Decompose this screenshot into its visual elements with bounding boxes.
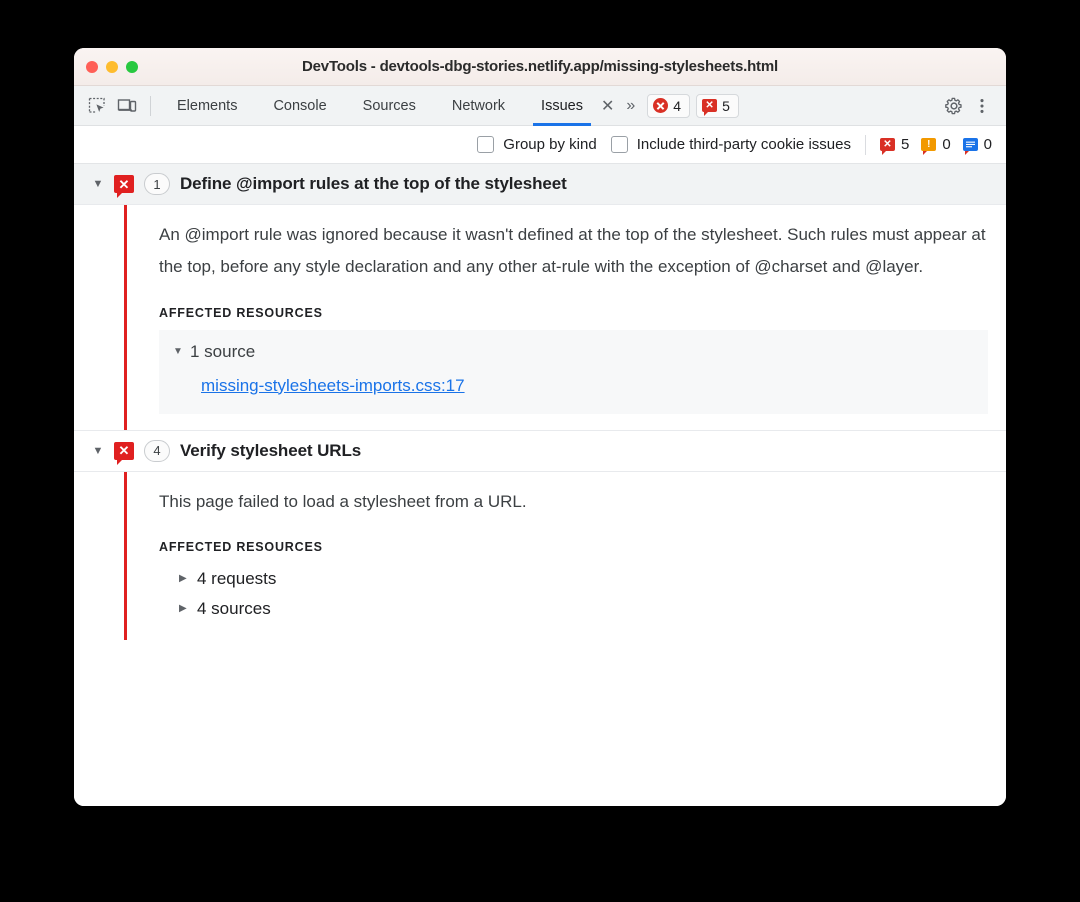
caret-right-icon: ▶ [179,603,189,614]
issue-title: Define @import rules at the top of the s… [180,174,567,194]
caret-right-icon: ▶ [179,573,189,584]
requests-group-label: 4 requests [197,569,276,589]
issue-content: This page failed to load a stylesheet fr… [127,472,1006,640]
inspect-element-icon[interactable] [82,93,112,119]
error-bubble-icon: ✕ [702,99,717,112]
gear-icon[interactable] [940,92,968,120]
caret-down-icon[interactable]: ▼ [92,445,104,457]
console-errors-count: 4 [673,98,681,114]
warning-bubble-glyph: ! [927,140,930,150]
error-bubble-icon: ✕ [114,442,134,460]
issues-list: ▼ ✕ 1 Define @import rules at the top of… [74,164,1006,806]
group-by-kind-box[interactable] [477,136,494,153]
include-third-party-checkbox[interactable]: Include third-party cookie issues [611,136,851,153]
issue-content: An @import rule was ignored because it w… [127,205,1006,430]
issue-description: This page failed to load a stylesheet fr… [159,486,988,518]
title-bar: DevTools - devtools-dbg-stories.netlify.… [74,48,1006,86]
close-window-button[interactable] [86,61,98,73]
issues-errors-count: 5 [722,98,730,114]
sources-group-label: 4 sources [197,599,271,619]
counter-errors-value: 5 [901,136,909,153]
issue-count-badge: 4 [144,440,170,462]
issue-header-import-rules[interactable]: ▼ ✕ 1 Define @import rules at the top of… [74,164,1006,205]
devtools-window: DevTools - devtools-dbg-stories.netlify.… [74,48,1006,806]
counter-warnings[interactable]: ! 0 [921,136,950,153]
tab-sources[interactable]: Sources [345,86,434,126]
toolbar-divider [150,96,151,116]
tab-elements[interactable]: Elements [159,86,255,126]
issue-title: Verify stylesheet URLs [180,441,361,461]
issues-filter-bar: Group by kind Include third-party cookie… [74,126,1006,164]
counter-info-value: 0 [984,136,992,153]
error-bubble-icon: ✕ [880,138,895,151]
counter-errors[interactable]: ✕ 5 [880,136,909,153]
include-third-party-label: Include third-party cookie issues [637,136,851,153]
affected-resources-panel: ▼ 1 source missing-stylesheets-imports.c… [159,330,988,414]
circle-x-icon [653,98,668,113]
error-bubble-glyph: ✕ [119,444,130,457]
more-tabs-icon[interactable]: » [620,97,641,115]
source-link[interactable]: missing-stylesheets-imports.css:17 [201,376,974,396]
panel-tabs: Elements Console Sources Network Issues … [159,86,641,126]
counter-warnings-value: 0 [942,136,950,153]
tab-issues[interactable]: Issues [523,86,601,126]
error-bubble-glyph: ✕ [119,178,130,191]
sources-group-toggle[interactable]: ▶ 4 sources [159,594,988,624]
sources-group-toggle[interactable]: ▼ 1 source [173,340,974,364]
caret-down-icon[interactable]: ▼ [92,178,104,190]
maximize-window-button[interactable] [126,61,138,73]
devtools-tab-bar: Elements Console Sources Network Issues … [74,86,1006,126]
counter-info[interactable]: 0 [963,136,992,153]
issue-header-verify-urls[interactable]: ▼ ✕ 4 Verify stylesheet URLs [74,431,1006,472]
issue-count-badge: 1 [144,173,170,195]
console-errors-badge[interactable]: 4 [647,94,690,118]
error-bubble-icon: ✕ [114,175,134,193]
tab-console[interactable]: Console [255,86,344,126]
kebab-menu-icon[interactable] [968,92,996,120]
issue-description: An @import rule was ignored because it w… [159,219,988,284]
toolbar-badges: 4 ✕ 5 [647,94,739,118]
issue-body-import-rules: An @import rule was ignored because it w… [74,205,1006,430]
affected-resources-label: AFFECTED RESOURCES [159,306,988,320]
issue-body-verify-urls: This page failed to load a stylesheet fr… [74,472,1006,640]
issues-errors-badge[interactable]: ✕ 5 [696,94,739,118]
filter-divider [865,135,866,155]
traffic-lights [74,61,138,73]
minimize-window-button[interactable] [106,61,118,73]
group-by-kind-label: Group by kind [503,136,596,153]
info-lines-icon [966,141,975,148]
issue-counters: ✕ 5 ! 0 0 [880,136,992,153]
caret-down-icon: ▼ [173,346,183,357]
info-bubble-icon [963,138,978,151]
device-toolbar-icon[interactable] [112,93,142,119]
error-bubble-glyph: ✕ [883,140,891,150]
tab-network[interactable]: Network [434,86,523,126]
requests-group-toggle[interactable]: ▶ 4 requests [159,564,988,594]
window-title: DevTools - devtools-dbg-stories.netlify.… [74,58,1006,75]
include-third-party-box[interactable] [611,136,628,153]
sources-group-label: 1 source [190,342,255,362]
group-by-kind-checkbox[interactable]: Group by kind [477,136,596,153]
error-bubble-glyph: ✕ [705,101,713,111]
affected-resources-label: AFFECTED RESOURCES [159,540,988,554]
warning-bubble-icon: ! [921,138,936,151]
